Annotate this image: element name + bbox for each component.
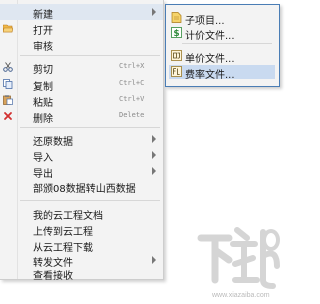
menu-item-label: 打开 [33,26,53,37]
paste-icon [3,95,13,105]
menu-item-label: 复制 [33,82,53,93]
menu-item-cut[interactable]: 剪切 Ctrl+X [0,59,163,76]
menu-item-label: 新建 [33,10,53,21]
context-menu: 新建 打开 审核 剪切 Ctrl+X 复制 Ctrl+C 粘贴 Ctrl+V 删… [0,0,164,282]
dollar-doc-icon: $ [171,27,182,38]
menu-separator [20,55,160,56]
menu-item-restore-data[interactable]: 还原数据 [0,131,163,148]
menu-item-upload-cloud[interactable]: 上传到云工程 [0,221,163,238]
menu-item-label: 审核 [33,42,53,53]
menu-item-label: 导入 [33,153,53,164]
submenu-arrow-icon [152,167,156,175]
menu-item-delete[interactable]: 删除 Delete [0,108,163,125]
submenu-arrow-icon [152,8,156,16]
folder-open-icon [3,24,13,33]
menu-item-review[interactable]: 审核 [0,36,163,53]
submenu-item-label: 计价文件... [185,31,235,42]
new-submenu: 子项目... $ 计价文件... 单价文件... 费率文件... [165,4,280,87]
submenu-item-label: 费率文件... [185,70,235,81]
watermark-logo [197,227,280,289]
submenu-item-subproject[interactable]: 子项目... [169,11,275,27]
menu-item-paste[interactable]: 粘贴 Ctrl+V [0,92,163,109]
menu-item-shortcut: Delete [119,111,145,119]
menu-item-label: 我的云工程文档 [33,211,103,222]
submenu-separator [182,43,272,44]
menu-item-label: 粘贴 [33,98,53,109]
submenu-item-label: 子项目... [185,16,225,27]
menu-item-label: 上传到云工程 [33,227,93,238]
submenu-item-pricing-file[interactable]: $ 计价文件... [169,26,275,42]
menu-item-download-cloud[interactable]: 从云工程下载 [0,237,163,254]
submenu-arrow-icon [152,135,156,143]
menu-item-new[interactable]: 新建 [0,4,163,21]
menu-item-import[interactable]: 导入 [0,147,163,164]
menu-item-label: 删除 [33,114,53,125]
menu-item-copy[interactable]: 复制 Ctrl+C [0,76,163,93]
scissors-icon [3,62,13,72]
menu-separator [20,127,160,128]
submenu-arrow-icon [152,151,156,159]
submenu-item-rate-file[interactable]: 费率文件... [169,65,275,81]
copy-icon [3,79,13,89]
menu-item-convert-data[interactable]: 部颁08数据转山西数据 [0,178,163,195]
fl-doc-icon [171,66,182,77]
submenu-arrow-icon [152,256,156,264]
menu-item-shortcut: Ctrl+V [119,95,145,103]
menu-item-my-cloud-docs[interactable]: 我的云工程文档 [0,205,163,222]
menu-item-label: 还原数据 [33,137,73,148]
watermark-site: www.xiazaiba.com [212,292,270,299]
menu-item-shortcut: Ctrl+X [119,62,145,70]
menu-separator [20,200,160,201]
svg-text:$: $ [173,29,179,38]
document-yellow-icon [171,12,182,23]
menu-item-view-received[interactable]: 查看接收 [0,265,163,282]
delete-x-icon [4,112,12,120]
submenu-item-label: 单价文件... [185,54,235,65]
menu-item-export[interactable]: 导出 [0,163,163,180]
submenu-item-unit-price-file[interactable]: 单价文件... [169,49,275,65]
menu-item-shortcut: Ctrl+C [119,79,145,87]
menu-item-label: 剪切 [33,65,53,76]
menu-item-label: 查看接收 [33,271,73,282]
menu-item-open[interactable]: 打开 [0,20,163,37]
dj-doc-icon [171,50,182,61]
menu-item-label: 部颁08数据转山西数据 [33,184,136,195]
